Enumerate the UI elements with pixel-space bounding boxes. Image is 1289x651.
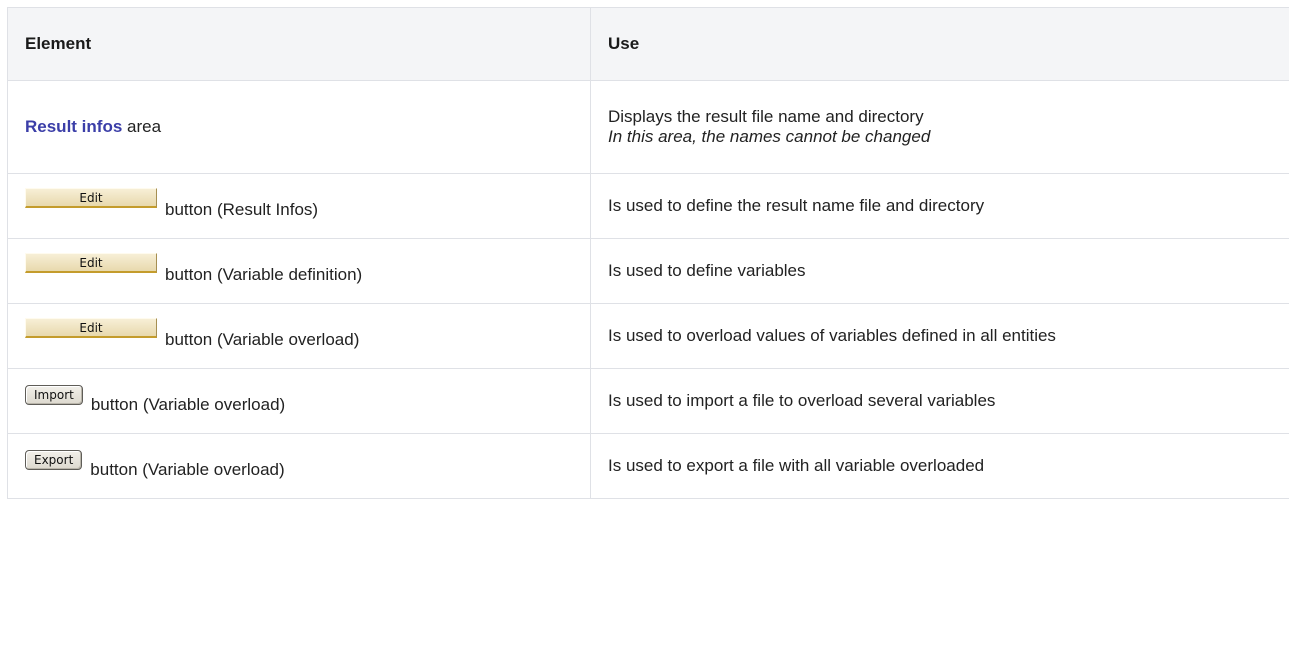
element-suffix: button (Result Infos) (165, 200, 319, 220)
edit-button-image: Edit (25, 318, 157, 339)
element-cell: Import button (Variable overload) (7, 368, 591, 434)
use-text: Displays the result file name and direct… (608, 107, 924, 126)
import-button-image: Import (25, 385, 83, 406)
element-cell: Result infos area (7, 80, 591, 174)
element-suffix: button (Variable overload) (90, 460, 285, 480)
element-cell: Edit button (Result Infos) (7, 173, 591, 239)
result-infos-link[interactable]: Result infos (25, 117, 122, 136)
use-cell: Is used to export a file with all variab… (590, 433, 1289, 499)
table-row: Result infos area Displays the result fi… (7, 80, 1289, 174)
table-row: Import button (Variable overload) Is used… (7, 368, 1289, 434)
element-cell: Edit button (Variable definition) (7, 238, 591, 304)
element-cell: Export button (Variable overload) (7, 433, 591, 499)
table-row: Export button (Variable overload) Is used… (7, 433, 1289, 499)
element-suffix: button (Variable definition) (165, 265, 363, 285)
use-cell: Displays the result file name and direct… (590, 80, 1289, 174)
edit-button-image: Edit (25, 253, 157, 274)
use-cell: Is used to define the result name file a… (590, 173, 1289, 239)
header-use: Use (590, 7, 1289, 81)
table-row: Edit button (Variable definition) Is used… (7, 238, 1289, 304)
use-note: In this area, the names cannot be change… (608, 127, 931, 146)
element-suffix: area (122, 117, 162, 136)
element-use-table: Element Use Result infos area Displays t… (7, 7, 1289, 499)
element-suffix: button (Variable overload) (90, 395, 286, 415)
use-cell: Is used to overload values of variables … (590, 303, 1289, 369)
use-cell: Is used to define variables (590, 238, 1289, 304)
edit-button-image: Edit (25, 188, 157, 209)
table-row: Edit button (Result Infos) Is used to def… (7, 173, 1289, 239)
header-element: Element (7, 7, 591, 81)
export-button-image: Export (25, 450, 83, 471)
element-suffix: button (Variable overload) (165, 330, 360, 350)
table-header-row: Element Use (7, 7, 1289, 81)
table-row: Edit button (Variable overload) Is used t… (7, 303, 1289, 369)
element-cell: Edit button (Variable overload) (7, 303, 591, 369)
use-cell: Is used to import a file to overload sev… (590, 368, 1289, 434)
